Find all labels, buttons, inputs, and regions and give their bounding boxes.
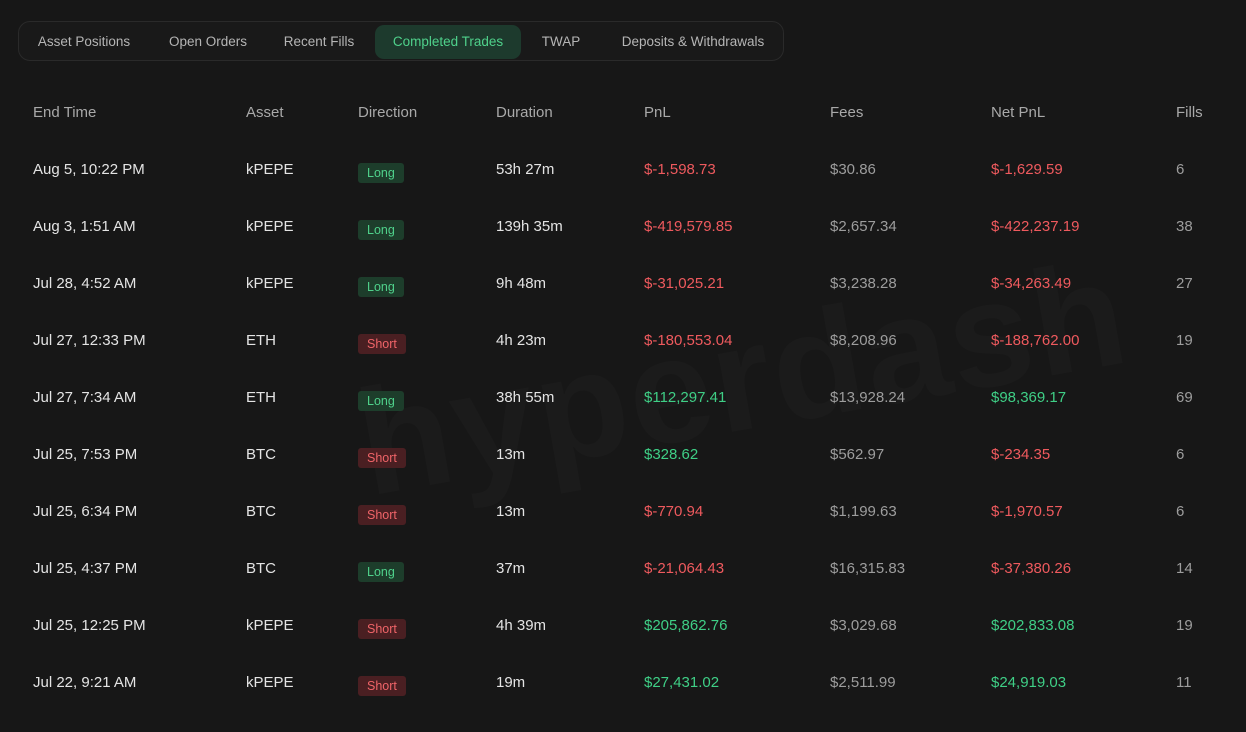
duration-cell: 4h 39m [496, 617, 547, 634]
pnl-cell: $-180,553.04 [644, 332, 733, 349]
column-header-duration[interactable]: Duration [496, 104, 553, 121]
end-time-cell: Jul 25, 7:53 PM [33, 446, 138, 463]
fees-cell: $2,657.34 [830, 218, 897, 235]
direction-badge: Short [358, 676, 406, 696]
asset-cell: kPEPE [246, 674, 294, 691]
pnl-cell: $328.62 [644, 446, 699, 463]
asset-cell: BTC [246, 503, 276, 520]
fills-cell: 14 [1176, 560, 1193, 577]
fills-cell: 6 [1176, 161, 1185, 178]
asset-cell: kPEPE [246, 218, 294, 235]
asset-cell: BTC [246, 446, 276, 463]
fills-cell: 6 [1176, 446, 1185, 463]
duration-cell: 13m [496, 503, 526, 520]
asset-cell: ETH [246, 389, 276, 406]
tab-twap[interactable]: TWAP [524, 25, 598, 59]
tab-asset-positions[interactable]: Asset Positions [20, 25, 148, 59]
net-pnl-cell: $-1,970.57 [991, 503, 1063, 520]
duration-cell: 37m [496, 560, 526, 577]
duration-cell: 19m [496, 674, 526, 691]
net-pnl-cell: $-234.35 [991, 446, 1051, 463]
net-pnl-cell: $24,919.03 [991, 674, 1067, 691]
fills-cell: 19 [1176, 617, 1193, 634]
column-header-fees[interactable]: Fees [830, 104, 863, 121]
direction-badge: Long [358, 220, 404, 240]
column-header-fills[interactable]: Fills [1176, 104, 1203, 121]
pnl-cell: $27,431.02 [644, 674, 720, 691]
pnl-cell: $-419,579.85 [644, 218, 733, 235]
fees-cell: $3,238.28 [830, 275, 897, 292]
end-time-cell: Jul 25, 6:34 PM [33, 503, 138, 520]
fees-cell: $16,315.83 [830, 560, 906, 577]
end-time-cell: Jul 27, 12:33 PM [33, 332, 146, 349]
fills-cell: 69 [1176, 389, 1193, 406]
duration-cell: 4h 23m [496, 332, 547, 349]
fees-cell: $13,928.24 [830, 389, 906, 406]
direction-badge: Long [358, 562, 404, 582]
asset-cell: kPEPE [246, 161, 294, 178]
tab-recent-fills[interactable]: Recent Fills [267, 25, 371, 59]
pnl-cell: $-31,025.21 [644, 275, 725, 292]
fills-cell: 11 [1176, 674, 1192, 691]
pnl-cell: $205,862.76 [644, 617, 728, 634]
fees-cell: $3,029.68 [830, 617, 897, 634]
direction-badge: Long [358, 391, 404, 411]
direction-badge: Long [358, 277, 404, 297]
fills-cell: 19 [1176, 332, 1193, 349]
column-header-direction[interactable]: Direction [358, 104, 417, 121]
duration-cell: 38h 55m [496, 389, 555, 406]
completed-trades-page: hyperdash Asset Positions Open Orders Re… [0, 0, 1246, 732]
fees-cell: $8,208.96 [830, 332, 897, 349]
asset-cell: ETH [246, 332, 276, 349]
fees-cell: $2,511.99 [830, 674, 896, 691]
net-pnl-cell: $202,833.08 [991, 617, 1075, 634]
asset-cell: kPEPE [246, 617, 294, 634]
direction-badge: Short [358, 448, 406, 468]
fees-cell: $1,199.63 [830, 503, 897, 520]
column-header-end-time[interactable]: End Time [33, 104, 96, 121]
end-time-cell: Jul 25, 4:37 PM [33, 560, 138, 577]
asset-cell: kPEPE [246, 275, 294, 292]
direction-badge: Short [358, 505, 406, 525]
net-pnl-cell: $-1,629.59 [991, 161, 1063, 178]
duration-cell: 9h 48m [496, 275, 547, 292]
column-header-asset[interactable]: Asset [246, 104, 284, 121]
direction-badge: Long [358, 163, 404, 183]
end-time-cell: Jul 25, 12:25 PM [33, 617, 146, 634]
duration-cell: 53h 27m [496, 161, 555, 178]
net-pnl-cell: $-37,380.26 [991, 560, 1072, 577]
end-time-cell: Aug 3, 1:51 AM [33, 218, 136, 235]
end-time-cell: Jul 22, 9:21 AM [33, 674, 137, 691]
direction-badge: Short [358, 334, 406, 354]
duration-cell: 139h 35m [496, 218, 563, 235]
fees-cell: $562.97 [830, 446, 885, 463]
tab-bar: Asset Positions Open Orders Recent Fills… [18, 21, 784, 61]
end-time-cell: Jul 27, 7:34 AM [33, 389, 137, 406]
asset-cell: BTC [246, 560, 276, 577]
tab-completed-trades[interactable]: Completed Trades [375, 25, 521, 59]
pnl-cell: $-1,598.73 [644, 161, 716, 178]
duration-cell: 13m [496, 446, 526, 463]
direction-badge: Short [358, 619, 406, 639]
column-header-pnl[interactable]: PnL [644, 104, 671, 121]
pnl-cell: $-21,064.43 [644, 560, 725, 577]
pnl-cell: $112,297.41 [644, 389, 727, 406]
tab-open-orders[interactable]: Open Orders [152, 25, 264, 59]
net-pnl-cell: $98,369.17 [991, 389, 1067, 406]
net-pnl-cell: $-34,263.49 [991, 275, 1072, 292]
fills-cell: 27 [1176, 275, 1193, 292]
pnl-cell: $-770.94 [644, 503, 704, 520]
net-pnl-cell: $-188,762.00 [991, 332, 1080, 349]
end-time-cell: Jul 28, 4:52 AM [33, 275, 137, 292]
tab-deposits-withdrawals[interactable]: Deposits & Withdrawals [601, 25, 785, 59]
end-time-cell: Aug 5, 10:22 PM [33, 161, 145, 178]
fees-cell: $30.86 [830, 161, 876, 178]
watermark: hyperdash [345, 225, 1140, 530]
fills-cell: 38 [1176, 218, 1193, 235]
net-pnl-cell: $-422,237.19 [991, 218, 1080, 235]
fills-cell: 6 [1176, 503, 1185, 520]
column-header-net-pnl[interactable]: Net PnL [991, 104, 1045, 121]
